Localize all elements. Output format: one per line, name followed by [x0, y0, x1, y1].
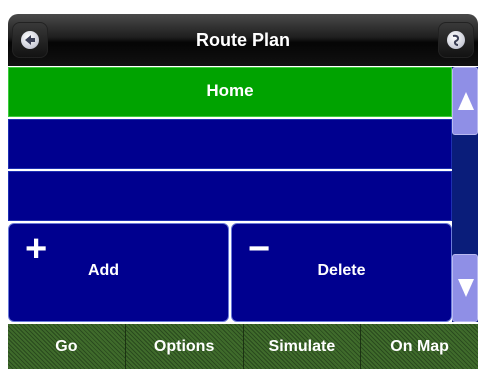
go-button[interactable]: Go — [8, 324, 126, 369]
on-map-button[interactable]: On Map — [361, 324, 478, 369]
title-bar: Route Plan — [8, 14, 478, 66]
scroll-up-button[interactable] — [452, 67, 478, 135]
bottom-bar: Go Options Simulate On Map — [8, 324, 478, 369]
triangle-up-icon — [458, 92, 474, 110]
globe-button[interactable] — [438, 22, 474, 58]
add-button[interactable]: + Add — [8, 223, 229, 322]
delete-label: Delete — [317, 262, 366, 279]
page-title: Route Plan — [195, 30, 290, 50]
scrollbar[interactable] — [452, 67, 478, 322]
route-plan-screen: Route Plan Home + Add − Delete Go Option… — [0, 0, 488, 369]
route-item-empty-2[interactable] — [8, 171, 452, 221]
globe-glyph — [452, 34, 460, 46]
route-item-home[interactable]: Home — [8, 67, 452, 117]
simulate-button[interactable]: Simulate — [243, 324, 362, 369]
triangle-down-icon — [458, 279, 474, 297]
scroll-down-button[interactable] — [452, 254, 478, 322]
options-button[interactable]: Options — [125, 324, 244, 369]
add-label: Add — [87, 262, 120, 279]
route-item-empty-1[interactable] — [8, 119, 452, 169]
delete-button[interactable]: − Delete — [231, 223, 452, 322]
